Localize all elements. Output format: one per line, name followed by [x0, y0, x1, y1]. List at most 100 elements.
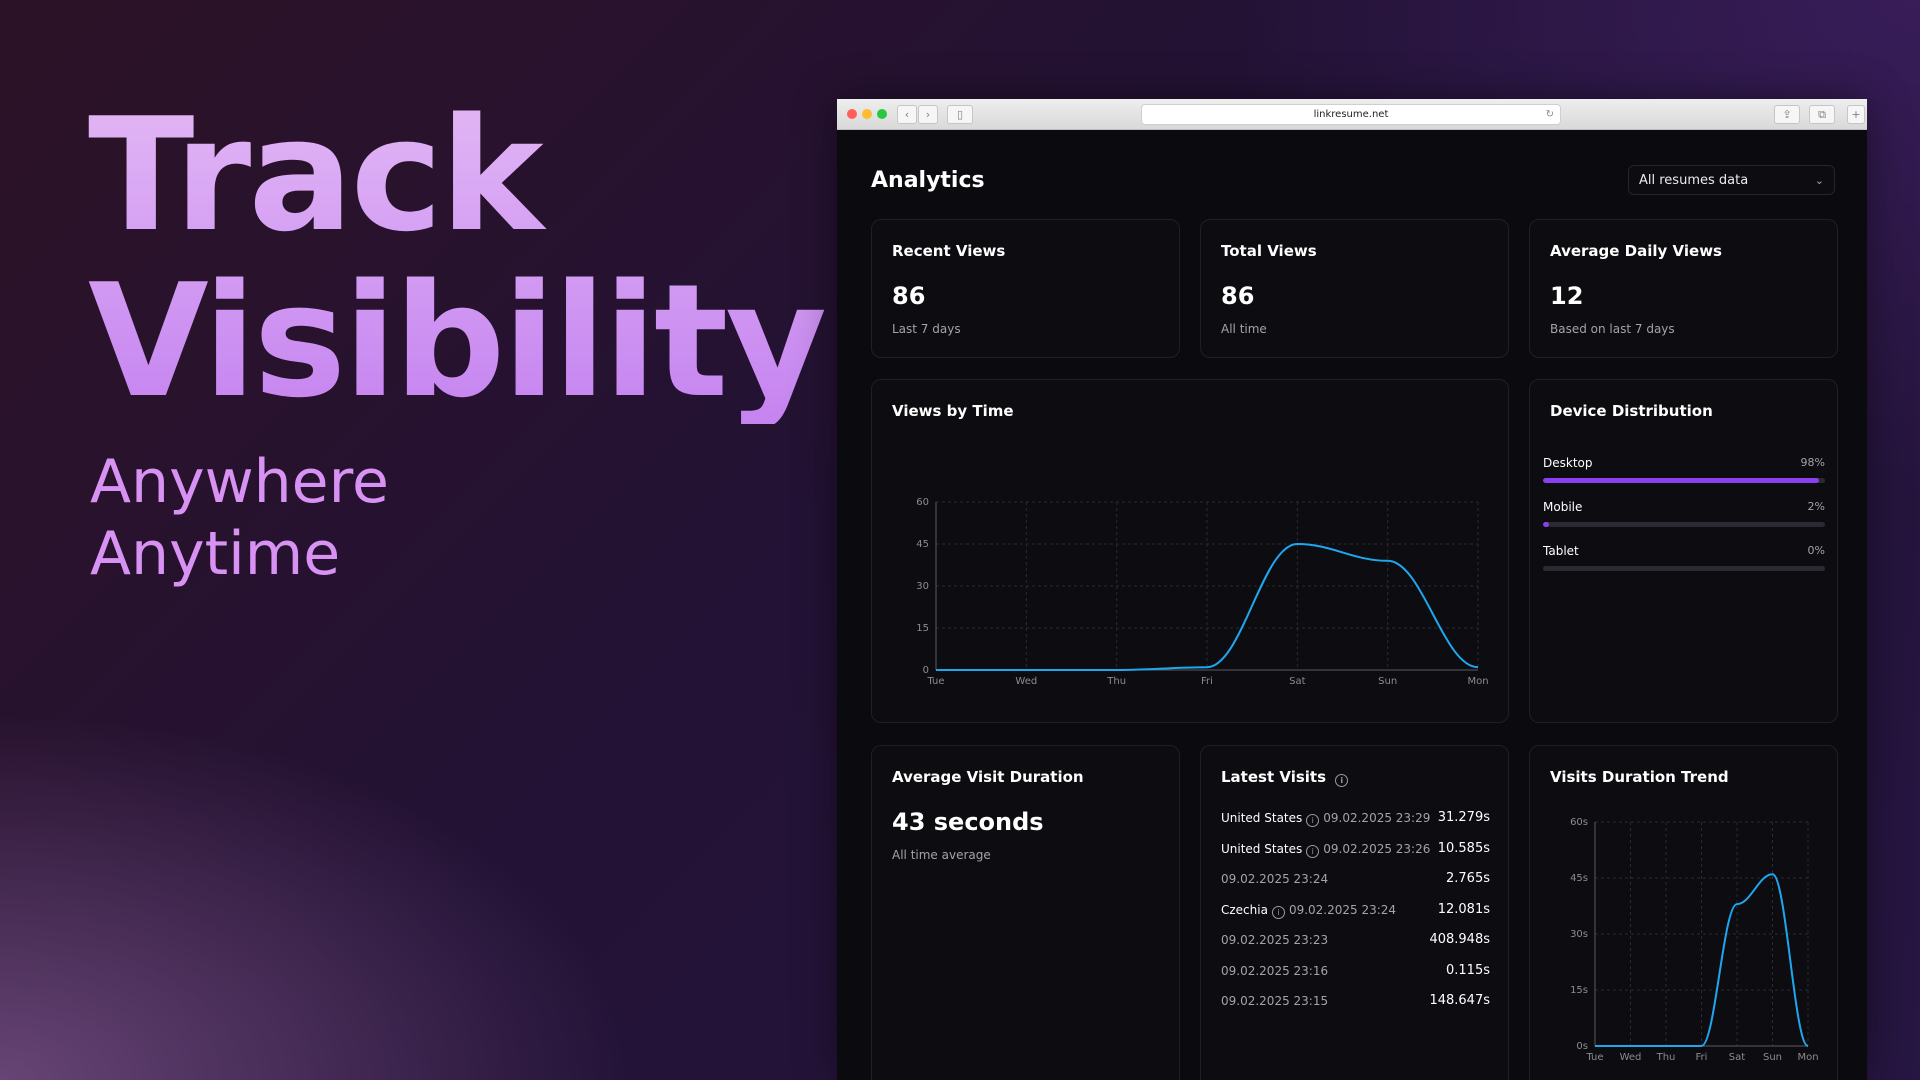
x-tick-label: Sat [1289, 676, 1305, 687]
card-title: Total Views [1221, 242, 1317, 260]
device-progress-track [1543, 566, 1825, 571]
device-label: Tablet [1543, 544, 1579, 558]
y-tick-label: 15s [1570, 985, 1588, 996]
forward-icon[interactable]: › [918, 105, 938, 124]
average-visit-duration-caption: All time average [892, 848, 991, 862]
recent-views-card: Recent Views 86 Last 7 days [871, 219, 1180, 358]
hero-title-line2: Visibility [88, 250, 825, 432]
sidebar-icon[interactable]: ▯ [947, 105, 973, 124]
card-title: Average Daily Views [1550, 242, 1722, 260]
device-progress-fill [1543, 522, 1549, 527]
table-row[interactable]: United States i 09.02.2025 23:29 31.279s [1221, 808, 1490, 828]
resume-filter-select[interactable]: All resumes data ⌄ [1628, 165, 1835, 195]
table-row[interactable]: United States i 09.02.2025 23:26 10.585s [1221, 839, 1490, 859]
visit-duration: 408.948s [1429, 932, 1490, 947]
reload-icon[interactable]: ↻ [1546, 105, 1554, 124]
views-by-time-card: Views by Time 0 15 30 45 60 Tue Wed Thu Fri Sat Su… [871, 379, 1509, 723]
tabs-icon[interactable]: ⧉ [1809, 105, 1835, 124]
close-window-button[interactable] [847, 109, 857, 119]
x-tick-label: Sun [1763, 1052, 1782, 1063]
visit-time: 09.02.2025 23:23 [1221, 933, 1329, 947]
hero-subtitle-line2: Anytime [90, 519, 341, 589]
x-tick-label: Sun [1378, 676, 1397, 687]
average-daily-views-caption: Based on last 7 days [1550, 322, 1675, 336]
minimize-window-button[interactable] [862, 109, 872, 119]
visit-country: United States [1221, 841, 1303, 856]
device-label: Mobile [1543, 500, 1583, 514]
device-label: Desktop [1543, 456, 1593, 470]
share-icon[interactable]: ⇪ [1774, 105, 1800, 124]
visit-duration: 0.115s [1446, 962, 1490, 978]
recent-views-caption: Last 7 days [892, 322, 961, 336]
total-views-card: Total Views 86 All time [1200, 219, 1509, 358]
card-title: Latest Visits i [1221, 768, 1352, 787]
table-row[interactable]: 09.02.2025 23:15 148.647s [1221, 991, 1490, 1011]
card-title: Visits Duration Trend [1550, 768, 1729, 786]
resume-filter-value: All resumes data [1639, 173, 1749, 188]
new-tab-icon[interactable]: + [1847, 105, 1865, 124]
x-tick-label: Thu [1656, 1052, 1676, 1063]
device-progress-track [1543, 522, 1825, 527]
visits-duration-trend-card: Visits Duration Trend 0s 15s 30s 45s 60s Tue W… [1529, 745, 1838, 1080]
url-text: linkresume.net [1313, 109, 1389, 120]
browser-window: ‹ › ▯ linkresume.net ↻ ⇪ ⧉ + Analytics A… [837, 99, 1867, 1080]
hero-title-line1: Track [88, 84, 541, 266]
info-icon[interactable]: i [1306, 814, 1320, 827]
analytics-page: Analytics All resumes data ⌄ Recent View… [837, 130, 1867, 1080]
page-title: Analytics [871, 168, 985, 193]
visit-time: 09.02.2025 23:24 [1221, 872, 1329, 886]
x-tick-label: Wed [1015, 676, 1037, 687]
table-row[interactable]: 09.02.2025 23:24 2.765s [1221, 869, 1490, 889]
average-daily-views-value: 12 [1550, 282, 1584, 310]
x-tick-label: Fri [1696, 1052, 1708, 1063]
device-percent: 0% [1807, 544, 1825, 557]
visit-duration: 10.585s [1437, 840, 1490, 856]
average-visit-duration-card: Average Visit Duration 43 seconds All ti… [871, 745, 1180, 1080]
visit-time: 09.02.2025 23:15 [1221, 994, 1329, 1008]
device-progress-track [1543, 478, 1825, 483]
visit-time: 09.02.2025 23:29 [1323, 811, 1431, 825]
latest-visits-title: Latest Visits [1221, 768, 1326, 786]
y-tick-label: 30s [1570, 929, 1588, 940]
x-tick-label: Sat [1729, 1052, 1745, 1063]
y-tick-label: 30 [916, 581, 929, 592]
x-tick-label: Thu [1106, 676, 1126, 687]
y-tick-label: 45 [916, 539, 929, 550]
average-daily-views-card: Average Daily Views 12 Based on last 7 d… [1529, 219, 1838, 358]
info-icon[interactable]: i [1271, 905, 1285, 919]
visit-duration: 12.081s [1437, 901, 1490, 917]
visit-duration: 2.765s [1446, 871, 1490, 886]
back-icon[interactable]: ‹ [897, 105, 917, 124]
total-views-value: 86 [1221, 282, 1255, 310]
hero-subtitle: Anywhere Anytime [90, 446, 389, 590]
card-title: Recent Views [892, 242, 1006, 260]
x-tick-label: Tue [926, 676, 944, 687]
x-tick-label: Tue [1585, 1052, 1603, 1063]
info-icon[interactable]: i [1306, 844, 1320, 858]
device-percent: 2% [1807, 500, 1825, 513]
device-progress-fill [1543, 478, 1820, 483]
total-views-caption: All time [1221, 322, 1267, 336]
latest-visits-card: Latest Visits i United States i 09.02.2025… [1200, 745, 1509, 1080]
x-tick-label: Mon [1797, 1052, 1818, 1063]
y-tick-label: 15 [916, 623, 929, 634]
table-row[interactable]: 09.02.2025 23:23 408.948s [1221, 930, 1490, 950]
y-tick-label: 0s [1576, 1041, 1588, 1052]
visit-time: 09.02.2025 23:24 [1288, 902, 1397, 917]
visit-country: Czechia [1221, 902, 1268, 917]
chevron-down-icon: ⌄ [1814, 174, 1824, 187]
hero-subtitle-line1: Anywhere [90, 447, 389, 517]
y-tick-label: 60s [1570, 817, 1588, 828]
info-icon[interactable]: i [1335, 774, 1349, 787]
device-distribution-card: Device Distribution Desktop 98% Mobile 2… [1529, 379, 1838, 723]
card-title: Views by Time [892, 402, 1014, 420]
table-row[interactable]: 09.02.2025 23:16 0.115s [1221, 961, 1490, 981]
table-row[interactable]: Czechia i 09.02.2025 23:24 12.081s [1221, 900, 1490, 920]
x-tick-label: Fri [1201, 676, 1213, 687]
views-by-time-chart: 0 15 30 45 60 Tue Wed Thu Fri Sat Sun Mon [916, 497, 1488, 687]
maximize-window-button[interactable] [877, 109, 887, 119]
card-title: Average Visit Duration [892, 768, 1084, 786]
url-bar[interactable]: linkresume.net ↻ [1141, 104, 1561, 125]
visit-time: 09.02.2025 23:16 [1221, 963, 1329, 978]
average-visit-duration-value: 43 seconds [892, 808, 1044, 836]
